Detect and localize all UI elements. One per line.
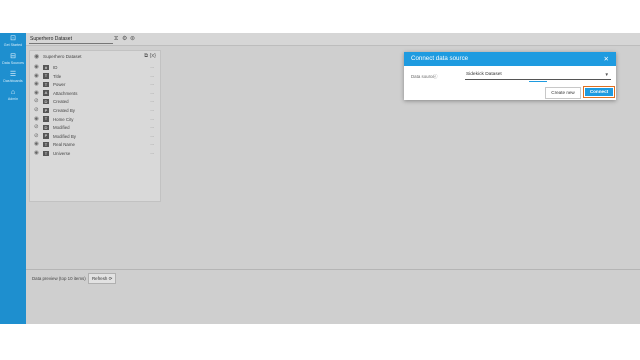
top-blank-band: [0, 0, 640, 33]
data-source-label: Data source: [411, 74, 435, 79]
field-name: Title: [53, 73, 62, 79]
refresh-button[interactable]: Refresh ⟳: [88, 273, 117, 284]
field-name: Power: [53, 82, 66, 88]
sidebar: ⊡ Get Started ⊟ Data Sources ☰ Dashboard…: [0, 33, 26, 324]
field-name: Attachments: [53, 90, 78, 96]
more-options-icon[interactable]: ...: [150, 90, 154, 95]
fields-panel-title: Superhero Dataset: [43, 54, 82, 59]
field-name: Home City: [53, 116, 74, 122]
more-options-icon[interactable]: ...: [150, 73, 154, 78]
connect-button-highlight[interactable]: Connect: [583, 86, 615, 98]
sidebar-item-label: Data Sources: [2, 61, 24, 65]
create-new-button[interactable]: Create new: [545, 87, 581, 99]
field-type-icon: D: [43, 124, 49, 131]
sidebar-item-admin[interactable]: ⌂ Admin: [0, 89, 26, 101]
eye-icon[interactable]: ◉: [34, 73, 39, 79]
field-type-icon: T: [43, 150, 49, 157]
eye-icon[interactable]: ◉: [34, 64, 39, 70]
bottom-blank-band: [0, 324, 640, 360]
help-icon[interactable]: ⊛: [130, 35, 135, 43]
field-row[interactable]: ◉ T Power...: [30, 80, 160, 89]
field-type-icon: D: [43, 98, 49, 105]
eye-icon[interactable]: ◉: [34, 53, 39, 60]
field-row[interactable]: ◉ # ID...: [30, 63, 160, 72]
more-options-icon[interactable]: ...: [150, 107, 154, 112]
add-field-icon[interactable]: ⧉ {x}: [144, 53, 156, 60]
more-options-icon[interactable]: ...: [150, 150, 154, 155]
field-row[interactable]: ◉ A Attachments...: [30, 89, 160, 98]
more-options-icon[interactable]: ...: [150, 116, 154, 121]
eye-icon[interactable]: ◉: [34, 150, 39, 156]
field-type-icon: P: [43, 107, 49, 114]
eye-icon[interactable]: ◉: [34, 81, 39, 87]
dataset-name-input[interactable]: [29, 35, 113, 44]
filter-off-icon[interactable]: ⧖: [114, 35, 118, 43]
sidebar-item-data-sources[interactable]: ⊟ Data Sources: [0, 53, 26, 65]
field-row[interactable]: ◉ T Home City...: [30, 115, 160, 124]
data-source-select[interactable]: Sidekick Dataset ▼: [465, 71, 611, 80]
field-type-icon: #: [43, 64, 49, 71]
eye-icon[interactable]: ◉: [34, 116, 39, 122]
settings-icon[interactable]: ⚙: [122, 35, 127, 43]
field-type-icon: P: [43, 133, 49, 139]
field-name: Modified: [53, 125, 70, 131]
database-icon: ⊟: [10, 53, 16, 60]
field-row[interactable]: ⊘ D Modified...: [30, 123, 160, 132]
data-preview-label: Data preview (top 10 items): [32, 276, 86, 281]
field-row[interactable]: ◉ T Universe...: [30, 149, 160, 158]
loading-indicator: [529, 81, 547, 82]
chevron-down-icon: ▼: [604, 72, 609, 77]
field-type-icon: A: [43, 90, 49, 96]
sidebar-item-dashboards[interactable]: ☰ Dashboards: [0, 71, 26, 83]
fields-panel: ◉ Superhero Dataset ⧉ {x} ◉ # ID... ◉ T Title…: [29, 50, 161, 202]
main-area: ⧖ ⚙ ⊛ ◉ Superhero Dataset ⧉ {x} ◉#ID...◉…: [26, 33, 640, 324]
divider: [26, 269, 640, 270]
field-row[interactable]: ⊘ P Modified By...: [30, 132, 160, 141]
field-name: Created: [53, 99, 69, 105]
field-name: Real Name: [53, 142, 75, 148]
data-source-value: Sidekick Dataset: [466, 72, 502, 77]
sidebar-item-get-started[interactable]: ⊡ Get Started: [0, 35, 26, 47]
fields-panel-header: ◉ Superhero Dataset ⧉ {x}: [30, 51, 160, 62]
field-row[interactable]: ◉ T Real Name...: [30, 140, 160, 149]
more-options-icon[interactable]: ...: [150, 98, 154, 103]
close-icon[interactable]: ✕: [604, 55, 609, 63]
eye-off-icon[interactable]: ⊘: [34, 133, 39, 139]
sidebar-item-label: Dashboards: [3, 79, 23, 83]
field-name: Modified By: [53, 133, 76, 139]
dialog-title: Connect data source: [411, 55, 469, 62]
toolbar: ⧖ ⚙ ⊛: [26, 33, 640, 46]
field-name: Universe: [53, 151, 71, 156]
field-type-icon: T: [43, 73, 49, 79]
dialog-header: Connect data source ✕: [404, 52, 616, 66]
bank-icon: ⌂: [10, 89, 16, 96]
eye-off-icon[interactable]: ⊘: [34, 107, 39, 113]
eye-off-icon[interactable]: ⊘: [34, 124, 39, 130]
connect-data-source-dialog: Connect data source ✕ Data source ⓘ Side…: [404, 52, 616, 100]
eye-icon[interactable]: ◉: [34, 90, 39, 96]
more-options-icon[interactable]: ...: [150, 141, 154, 146]
field-type-icon: T: [43, 116, 49, 122]
connect-button[interactable]: Connect: [585, 88, 613, 96]
sidebar-item-label: Get Started: [3, 43, 23, 47]
field-row[interactable]: ⊘ D Created...: [30, 97, 160, 106]
more-options-icon[interactable]: ...: [150, 81, 154, 86]
more-options-icon[interactable]: ...: [150, 133, 154, 138]
more-options-icon[interactable]: ...: [150, 124, 154, 129]
field-row[interactable]: ◉ T Title...: [30, 72, 160, 81]
eye-off-icon[interactable]: ⊘: [34, 98, 39, 104]
eye-icon[interactable]: ◉: [34, 141, 39, 147]
field-row[interactable]: ⊘ P Created By...: [30, 106, 160, 115]
list-icon: ☰: [9, 71, 17, 78]
more-options-icon[interactable]: ...: [150, 64, 154, 69]
field-name: ID: [53, 65, 58, 70]
sidebar-item-label: Admin: [7, 97, 19, 101]
field-type-icon: T: [43, 141, 49, 148]
field-type-icon: T: [43, 81, 49, 88]
field-name: Created By: [53, 108, 75, 113]
rocket-icon: ⊡: [10, 35, 16, 42]
info-icon[interactable]: ⓘ: [433, 74, 438, 80]
